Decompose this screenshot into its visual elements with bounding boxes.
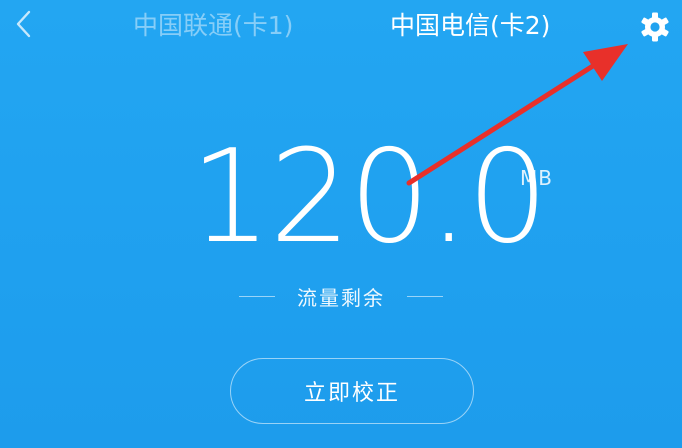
settings-button[interactable] xyxy=(636,8,674,46)
remaining-data-unit: MB xyxy=(520,166,553,190)
remaining-data-label: 流量剩余 xyxy=(297,285,385,310)
gear-icon xyxy=(641,12,669,42)
tab-sim-card-1[interactable]: 中国联通(卡1) xyxy=(133,8,293,44)
calibrate-now-button[interactable]: 立即校正 xyxy=(230,358,474,424)
divider-right xyxy=(407,295,443,297)
tab-sim-card-2[interactable]: 中国电信(卡2) xyxy=(390,8,550,44)
divider-left xyxy=(239,295,275,297)
data-usage-screen: 中国联通(卡1) 中国电信(卡2) 120.0 MB 流量剩余 立即校正 xyxy=(0,0,682,448)
chevron-left-icon xyxy=(16,10,31,38)
remaining-label-row: 流量剩余 xyxy=(0,280,682,312)
back-button[interactable] xyxy=(6,6,42,42)
remaining-data-amount: 120.0 xyxy=(190,123,548,272)
